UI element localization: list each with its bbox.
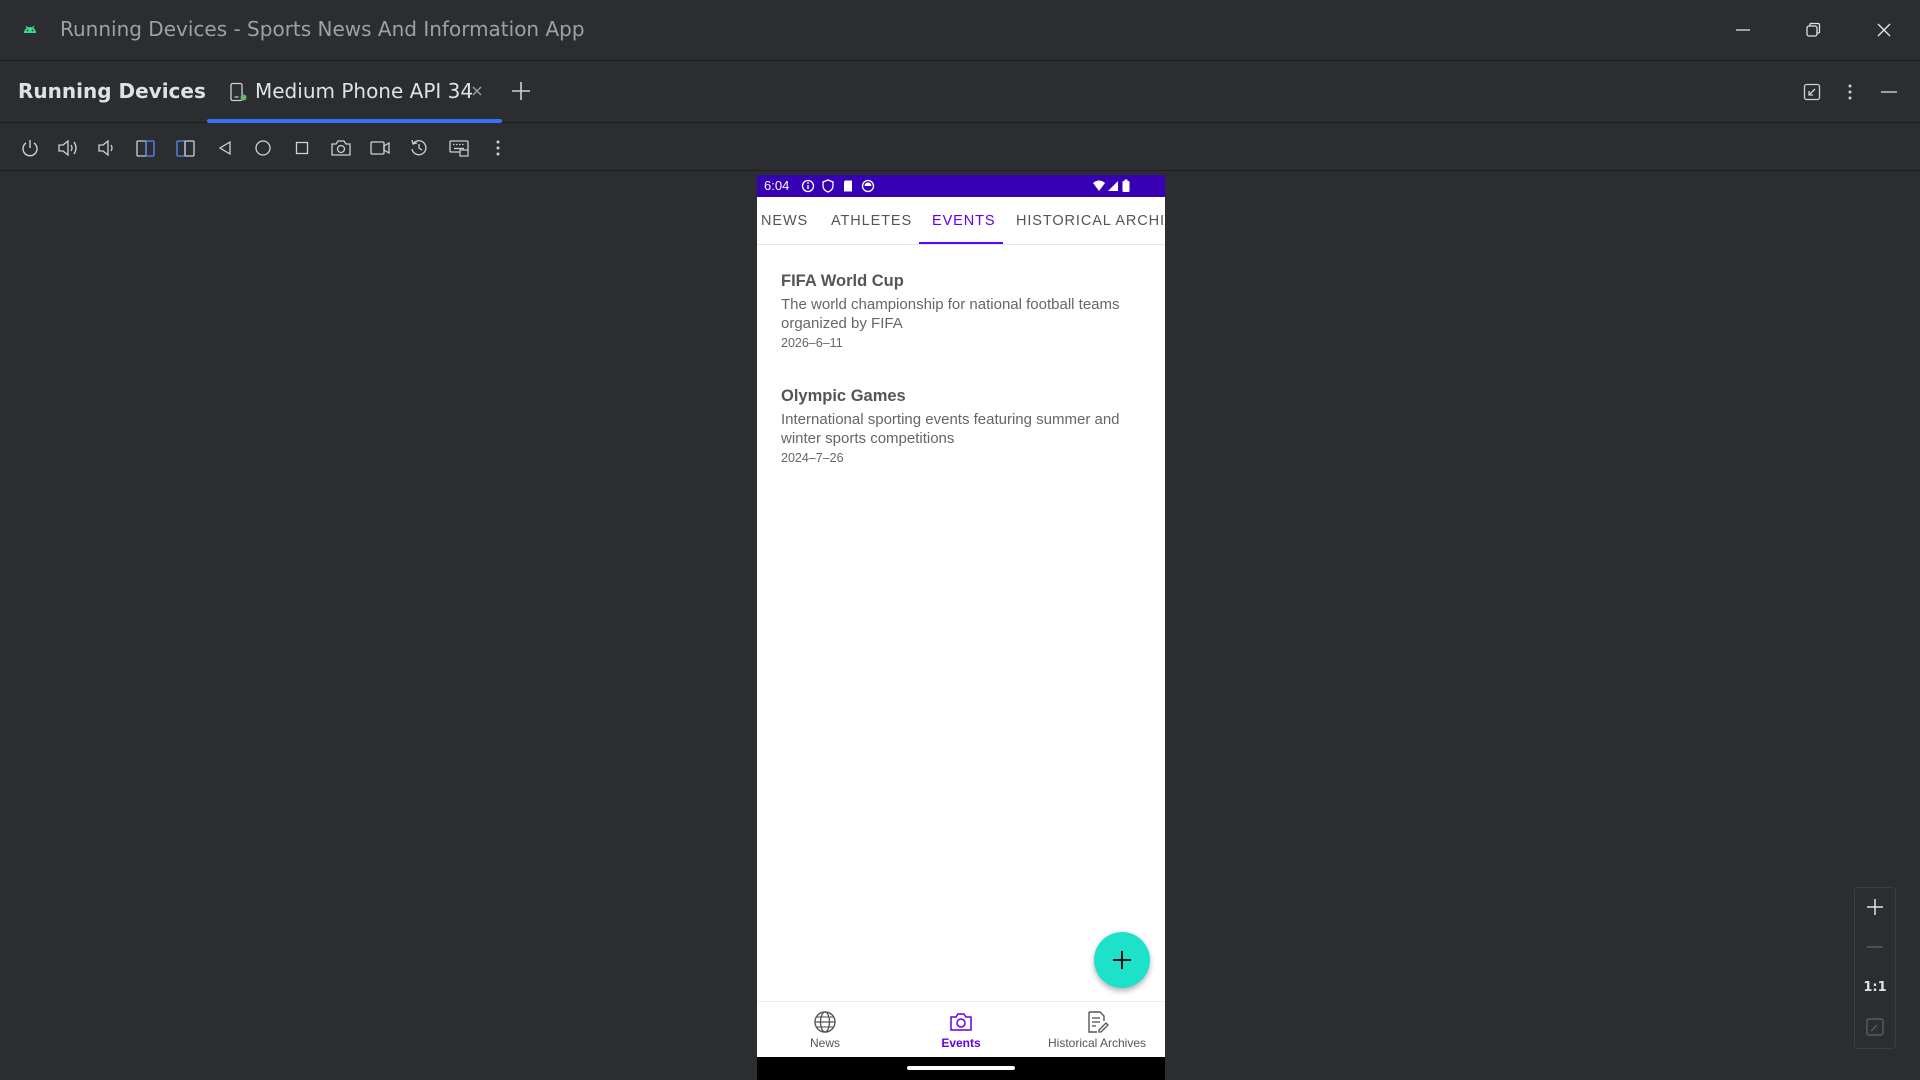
event-date: 2026–6–11 [781, 336, 843, 350]
nav-label: Historical Archives [1047, 1036, 1147, 1050]
phone-screen: 6:04 NEWS ATHLETES EVENTS HISTORICAL ARC… [757, 175, 1165, 1080]
zoom-controls: 1:1 [1854, 887, 1896, 1049]
nav-label: Events [941, 1036, 981, 1050]
camera-icon [949, 1010, 973, 1034]
event-list-item[interactable]: Olympic Games International sporting eve… [781, 386, 1141, 466]
event-description: The world championship for national foot… [781, 296, 1120, 332]
fit-screen-icon[interactable] [1855, 1008, 1895, 1046]
device-icon [228, 82, 248, 102]
overview-icon[interactable] [290, 136, 314, 160]
volume-up-icon[interactable] [56, 136, 80, 160]
nav-item-news[interactable]: News [757, 1002, 893, 1058]
tool-window-header: Running Devices Medium Phone API 34 [0, 61, 1920, 123]
signal-icon [1106, 179, 1120, 193]
globe-icon [813, 1010, 837, 1034]
event-title: FIFA World Cup [781, 272, 904, 290]
active-tab-indicator [207, 119, 502, 123]
zoom-out-icon[interactable] [1855, 928, 1895, 966]
minimize-icon[interactable] [1729, 16, 1757, 44]
shield-icon [821, 179, 835, 193]
gesture-navigation-bar [757, 1057, 1165, 1080]
event-description: International sporting events featuring … [781, 411, 1120, 447]
tab-label: Medium Phone API 34 [255, 79, 474, 103]
keyboard-icon[interactable] [447, 136, 471, 160]
add-device-icon[interactable] [510, 80, 532, 102]
tool-window-title: Running Devices [18, 79, 206, 103]
battery-icon [1121, 179, 1131, 193]
power-icon[interactable] [18, 136, 42, 160]
document-edit-icon [1085, 1010, 1109, 1034]
volume-down-icon[interactable] [94, 136, 118, 160]
info-icon [801, 179, 815, 193]
tab-historical-archives[interactable]: HISTORICAL ARCHIV [1016, 197, 1165, 245]
tab-close-icon[interactable] [470, 84, 484, 98]
wifi-icon [1092, 179, 1106, 193]
nav-item-historical-archives[interactable]: Historical Archives [1029, 1002, 1165, 1058]
add-event-button[interactable] [1094, 932, 1150, 988]
device-toolbar [0, 124, 1920, 171]
restore-icon[interactable] [1799, 16, 1827, 44]
status-bar: 6:04 [757, 175, 1165, 197]
nav-item-events[interactable]: Events [893, 1002, 1029, 1058]
more-icon[interactable] [1839, 81, 1861, 103]
nav-label: News [809, 1036, 840, 1050]
rotate-right-icon[interactable] [174, 136, 198, 160]
android-icon [22, 21, 38, 37]
screenshot-icon[interactable] [329, 136, 353, 160]
detach-window-icon[interactable] [1801, 81, 1823, 103]
hide-panel-icon[interactable] [1878, 81, 1900, 103]
add-icon [1110, 948, 1134, 972]
back-icon[interactable] [213, 136, 237, 160]
rotate-left-icon[interactable] [134, 136, 158, 160]
window-title-bar: Running Devices - Sports News And Inform… [0, 0, 1920, 61]
tab-events[interactable]: EVENTS [932, 197, 995, 245]
top-tab-bar: NEWS ATHLETES EVENTS HISTORICAL ARCHIV [757, 197, 1165, 245]
event-date: 2024–7–26 [781, 451, 844, 465]
tab-athletes[interactable]: ATHLETES [831, 197, 912, 245]
home-icon[interactable] [251, 136, 275, 160]
bottom-navigation: News Events Historical Archives [757, 1001, 1165, 1057]
status-time: 6:04 [764, 178, 790, 193]
event-list-item[interactable]: FIFA World Cup The world championship fo… [781, 271, 1141, 351]
event-title: Olympic Games [781, 387, 906, 405]
active-tab-indicator [919, 242, 1003, 244]
actual-size-label: 1:1 [1863, 979, 1887, 995]
tab-news[interactable]: NEWS [761, 197, 808, 245]
actual-size-button[interactable]: 1:1 [1855, 968, 1895, 1006]
sync-icon [861, 179, 875, 193]
home-gesture-handle[interactable] [907, 1066, 1015, 1070]
sd-card-icon [841, 179, 855, 193]
more-options-icon[interactable] [486, 136, 510, 160]
tab-medium-phone[interactable]: Medium Phone API 34 [207, 61, 502, 123]
window-title: Running Devices - Sports News And Inform… [60, 17, 585, 41]
zoom-in-icon[interactable] [1855, 888, 1895, 926]
screen-record-icon[interactable] [368, 136, 392, 160]
reset-icon[interactable] [407, 136, 431, 160]
close-icon[interactable] [1870, 16, 1898, 44]
